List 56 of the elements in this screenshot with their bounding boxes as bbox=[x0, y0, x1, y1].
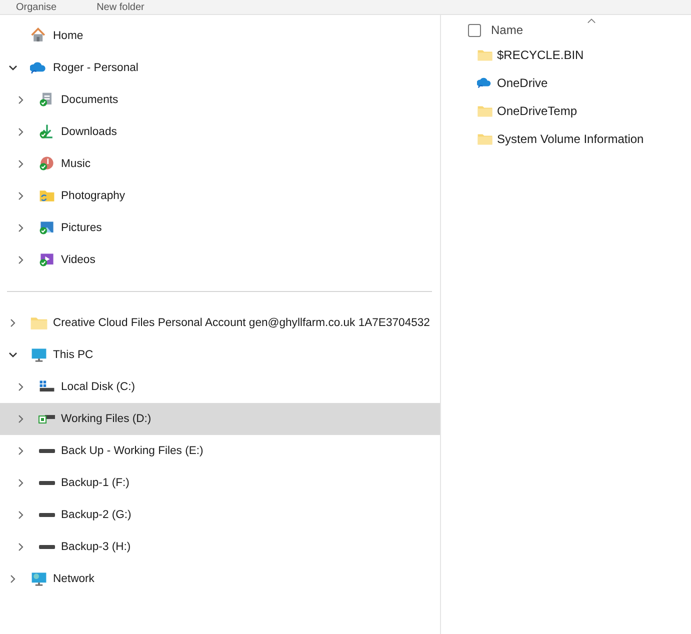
tree-item[interactable]: Creative Cloud Files Personal Account gen@ghyllfarm.co.uk 1A7E3704532 bbox=[0, 307, 440, 339]
expand-chevron-icon[interactable] bbox=[16, 159, 26, 169]
file-name[interactable]: OneDriveTemp bbox=[497, 104, 578, 118]
select-all-checkbox[interactable] bbox=[468, 24, 481, 36]
monitor-icon bbox=[30, 346, 48, 364]
file-name[interactable]: OneDrive bbox=[497, 76, 548, 90]
expand-chevron-icon[interactable] bbox=[16, 255, 26, 265]
tree-item[interactable]: Downloads bbox=[0, 116, 440, 148]
expand-chevron-icon[interactable] bbox=[16, 414, 26, 424]
tree-item[interactable]: Videos bbox=[0, 244, 440, 276]
tree-item[interactable]: Photography bbox=[0, 180, 440, 212]
tree-item[interactable]: This PC bbox=[0, 339, 440, 371]
folder-icon bbox=[477, 47, 493, 63]
tree-item[interactable]: Pictures bbox=[0, 212, 440, 244]
expand-chevron-icon[interactable] bbox=[16, 382, 26, 392]
toolbar-button[interactable]: Organise bbox=[16, 2, 57, 12]
expand-chevron-icon[interactable] bbox=[16, 191, 26, 201]
folder-icon bbox=[477, 131, 493, 147]
drive-icon bbox=[38, 512, 56, 518]
expand-chevron-icon[interactable] bbox=[16, 223, 26, 233]
expand-chevron-icon[interactable] bbox=[16, 446, 26, 456]
tree-item[interactable]: Backup-2 (G:) bbox=[0, 499, 440, 531]
picture-icon bbox=[38, 219, 56, 237]
expand-chevron-icon[interactable] bbox=[8, 318, 18, 328]
collapse-chevron-icon[interactable] bbox=[8, 63, 18, 73]
tree-item[interactable]: Back Up - Working Files (E:) bbox=[0, 435, 440, 467]
tree-item[interactable]: Roger - Personal bbox=[0, 52, 440, 84]
tree-item[interactable]: Music bbox=[0, 148, 440, 180]
sort-caret-icon bbox=[587, 18, 596, 24]
collapse-chevron-icon[interactable] bbox=[8, 350, 18, 360]
tree-item[interactable]: Home bbox=[0, 20, 440, 52]
drive-icon bbox=[38, 544, 56, 550]
tree-item[interactable]: Network bbox=[0, 563, 440, 595]
drive-icon bbox=[38, 414, 56, 424]
toolbar-button[interactable]: New folder bbox=[96, 2, 144, 12]
drive-icon bbox=[38, 448, 56, 454]
expand-chevron-icon[interactable] bbox=[16, 95, 26, 105]
folder-icon bbox=[477, 103, 493, 119]
expand-chevron-icon[interactable] bbox=[16, 542, 26, 552]
music-icon bbox=[38, 155, 56, 173]
expand-chevron-icon[interactable] bbox=[16, 478, 26, 488]
tree-item[interactable]: Working Files (D:) bbox=[0, 403, 440, 435]
file-name[interactable]: $RECYCLE.BIN bbox=[497, 48, 584, 62]
expand-chevron-icon[interactable] bbox=[16, 127, 26, 137]
drive-icon bbox=[38, 480, 56, 486]
cloud-icon bbox=[477, 75, 493, 91]
file-name[interactable]: System Volume Information bbox=[497, 132, 644, 146]
column-header[interactable]: Name bbox=[491, 23, 524, 37]
tree-item[interactable]: Backup-1 (F:) bbox=[0, 467, 440, 499]
tree-item[interactable]: Backup-3 (H:) bbox=[0, 531, 440, 563]
expand-chevron-icon[interactable] bbox=[16, 510, 26, 520]
tree-item[interactable]: Documents bbox=[0, 84, 440, 116]
expand-chevron-icon[interactable] bbox=[8, 574, 18, 584]
tree-item[interactable]: Local Disk (C:) bbox=[0, 371, 440, 403]
network-icon bbox=[30, 570, 48, 588]
video-icon bbox=[38, 251, 56, 269]
